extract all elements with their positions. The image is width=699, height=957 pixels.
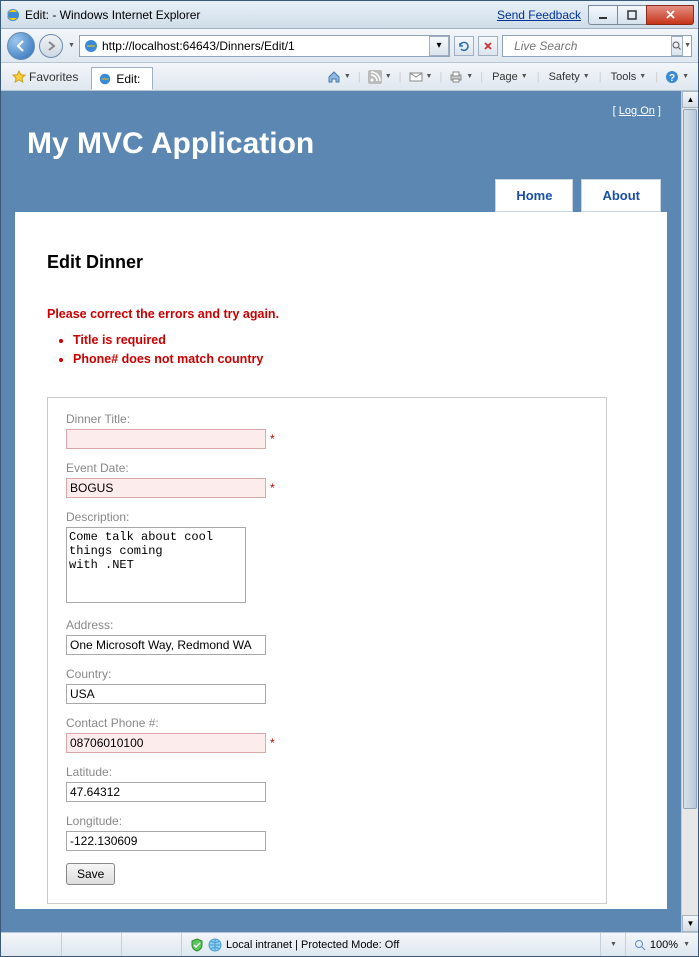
tab-title: Edit: [116,72,140,86]
browser-window: Edit: - Windows Internet Explorer Send F… [0,0,699,957]
content-viewport: ▲ ▼ [ Log On ] My MVC Application Home A… [1,91,698,932]
validation-error-item: Phone# does not match country [73,350,635,369]
safety-menu[interactable]: Safety▼ [542,67,597,87]
title-label: Dinner Title: [66,412,588,426]
phone-label: Contact Phone #: [66,716,588,730]
star-icon [12,70,26,84]
longitude-label: Longitude: [66,814,588,828]
navigation-bar: ▼ ▾ ▼ [1,29,698,63]
validation-summary: Please correct the errors and try again. [47,307,635,321]
address-label: Address: [66,618,588,632]
required-asterisk: * [270,736,275,750]
back-button[interactable] [7,32,35,60]
app-title: My MVC Application [13,117,669,179]
maximize-button[interactable] [617,5,647,25]
logon-bar: [ Log On ] [13,103,669,117]
feeds-button[interactable]: ▼ [363,66,397,88]
minimize-button[interactable] [588,5,618,25]
shield-icon [190,938,204,952]
send-feedback-link[interactable]: Send Feedback [497,8,581,22]
main-card: Edit Dinner Please correct the errors an… [15,212,667,909]
command-bar: ▼ | ▼ | ▼ | ▼ | Page▼ | Safety▼ | Tools▼… [322,66,694,88]
country-label: Country: [66,667,588,681]
page-heading: Edit Dinner [47,252,635,273]
globe-icon [208,938,222,952]
page-menu[interactable]: Page▼ [485,67,535,87]
scroll-down-button[interactable]: ▼ [682,915,698,932]
field-phone: Contact Phone #: * [66,716,588,753]
forward-button[interactable] [39,34,63,58]
search-input[interactable] [510,39,671,53]
scroll-thumb[interactable] [683,109,697,809]
status-bar: Local intranet | Protected Mode: Off ▼ 1… [1,932,698,956]
date-input[interactable] [66,478,266,498]
tools-menu[interactable]: Tools▼ [604,67,654,87]
stop-button[interactable] [478,36,498,56]
home-tab[interactable]: Home [495,179,573,212]
field-longitude: Longitude: [66,814,588,851]
mail-button[interactable]: ▼ [404,68,438,86]
title-input[interactable] [66,429,266,449]
search-bar[interactable]: ▼ [502,35,692,57]
search-go-button[interactable] [671,36,683,56]
phone-input[interactable] [66,733,266,753]
about-tab[interactable]: About [581,179,661,212]
zoom-control[interactable]: 100% ▼ [625,933,698,956]
zoom-level: 100% [650,939,678,951]
field-description: Description: Come talk about cool things… [66,510,588,606]
print-button[interactable]: ▼ [444,66,478,88]
logon-link[interactable]: Log On [619,105,655,117]
country-input[interactable] [66,684,266,704]
help-button[interactable]: ?▼ [660,66,694,88]
favorites-bar: Favorites Edit: ▼ | ▼ | ▼ | ▼ | Page▼ | … [1,63,698,91]
zone-dropdown-icon[interactable]: ▼ [610,941,617,948]
nav-tabs: Home About [13,179,669,212]
required-asterisk: * [270,481,275,495]
address-bar[interactable]: ▾ [79,35,450,57]
search-dropdown-icon[interactable]: ▼ [684,42,691,49]
zoom-dropdown-icon[interactable]: ▼ [683,941,690,948]
window-titlebar: Edit: - Windows Internet Explorer Send F… [1,1,698,29]
browser-tab[interactable]: Edit: [91,67,153,90]
required-asterisk: * [270,432,275,446]
window-title: Edit: - Windows Internet Explorer [25,8,497,22]
validation-error-item: Title is required [73,331,635,350]
latitude-label: Latitude: [66,765,588,779]
url-dropdown-icon[interactable]: ▾ [429,36,449,56]
vertical-scrollbar[interactable]: ▲ ▼ [681,91,698,932]
svg-text:?: ? [669,73,675,84]
live-search-icon [506,38,507,54]
edit-form: Dinner Title: * Event Date: * [47,397,607,904]
field-latitude: Latitude: [66,765,588,802]
tab-page-icon [98,72,112,86]
home-button[interactable]: ▼ [322,66,356,88]
field-event-date: Event Date: * [66,461,588,498]
save-button[interactable]: Save [66,863,115,885]
field-country: Country: [66,667,588,704]
zoom-icon [634,939,646,951]
refresh-button[interactable] [454,36,474,56]
close-button[interactable] [646,5,694,25]
scroll-up-button[interactable]: ▲ [682,91,698,108]
favorites-label: Favorites [29,70,78,84]
favorites-button[interactable]: Favorites [5,66,85,88]
ie-icon [5,7,21,23]
date-label: Event Date: [66,461,588,475]
validation-error-list: Title is required Phone# does not match … [73,331,635,369]
description-textarea[interactable]: Come talk about cool things coming with … [66,527,246,603]
history-dropdown-icon[interactable]: ▼ [68,42,75,49]
security-zone-text: Local intranet | Protected Mode: Off [226,939,399,951]
longitude-input[interactable] [66,831,266,851]
window-buttons [589,5,694,25]
latitude-input[interactable] [66,782,266,802]
description-label: Description: [66,510,588,524]
page-icon [83,38,99,54]
field-title: Dinner Title: * [66,412,588,449]
address-input[interactable] [66,635,266,655]
url-input[interactable] [102,39,429,53]
field-address: Address: [66,618,588,655]
